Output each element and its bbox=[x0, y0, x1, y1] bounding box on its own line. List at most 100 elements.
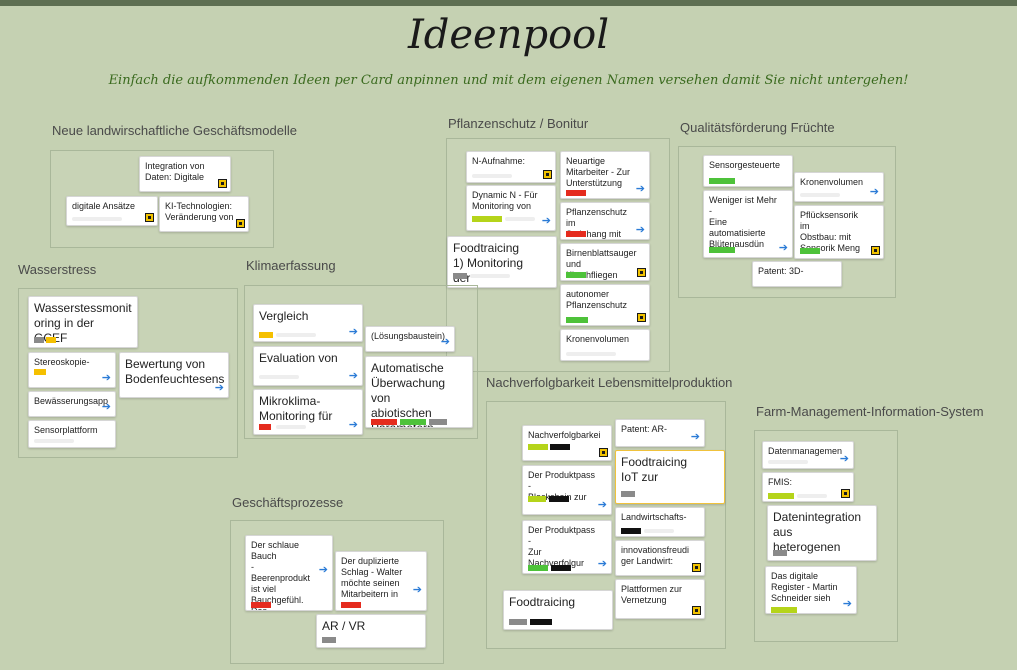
card-text: Vergleich bbox=[259, 309, 309, 323]
card-text: Patent: AR- bbox=[621, 424, 668, 434]
idea-card[interactable]: Patent: AR- ➔ bbox=[615, 419, 705, 447]
arrow-right-icon[interactable]: ➔ bbox=[598, 559, 607, 570]
arrow-right-icon[interactable]: ➔ bbox=[542, 216, 551, 227]
arrow-right-icon[interactable]: ➔ bbox=[319, 565, 328, 576]
tag-green bbox=[472, 216, 502, 222]
card-text: Bewässerungsapp bbox=[34, 396, 109, 406]
author-icon bbox=[637, 268, 646, 277]
idea-card[interactable]: (Lösungsbaustein) ➔ bbox=[365, 326, 455, 352]
idea-card[interactable]: FMIS: bbox=[762, 472, 854, 502]
author-icon bbox=[145, 213, 154, 222]
tag-gray bbox=[453, 273, 467, 279]
idea-card[interactable]: Das digitale Register - Martin Schneider… bbox=[765, 566, 857, 614]
idea-card[interactable]: digitale Ansätze bbox=[66, 196, 158, 226]
card-text: Kronenvolumen bbox=[800, 177, 864, 187]
idea-card[interactable]: Der schlaue Bauch - Beerenprodukt ist vi… bbox=[245, 535, 333, 611]
idea-card[interactable]: Dynamic N - Für Monitoring von ➔ bbox=[466, 185, 556, 231]
tag-lime bbox=[800, 248, 820, 254]
arrow-right-icon[interactable]: ➔ bbox=[349, 371, 358, 382]
arrow-right-icon[interactable]: ➔ bbox=[215, 383, 224, 394]
tag-lime bbox=[566, 317, 588, 323]
group-label-qualitaet: Qualitätsförderung Früchte bbox=[680, 120, 835, 135]
arrow-right-icon[interactable]: ➔ bbox=[598, 500, 607, 511]
author-icon bbox=[871, 246, 880, 255]
card-text: Der schlaue Bauch - Beerenprodukt ist vi… bbox=[251, 540, 311, 611]
idea-card[interactable]: Sensorgesteuerte bbox=[703, 155, 793, 187]
group-label-wasserstress: Wasserstress bbox=[18, 262, 97, 277]
idea-card[interactable]: Wasserstessmonit oring in der GCEF bbox=[28, 296, 138, 348]
idea-card[interactable]: Patent: 3D- bbox=[752, 261, 842, 287]
group-label-geschaeftsmodelle: Neue landwirschaftliche Geschäftsmodelle bbox=[52, 123, 297, 138]
tag-lime bbox=[566, 272, 586, 278]
arrow-right-icon[interactable]: ➔ bbox=[840, 454, 849, 465]
idea-card[interactable]: Landwirtschafts- bbox=[615, 507, 705, 537]
card-text: Landwirtschafts- bbox=[621, 512, 687, 522]
idea-card[interactable]: Sensorplattform bbox=[28, 420, 116, 448]
idea-card[interactable]: Foodtraicing IoT zur bbox=[615, 450, 725, 504]
tag-gray bbox=[773, 550, 787, 556]
group-label-klima: Klimaerfassung bbox=[246, 258, 336, 273]
card-text: Dynamic N - Für Monitoring von bbox=[472, 190, 538, 211]
author-icon bbox=[599, 448, 608, 457]
idea-card[interactable]: Kronenvolumen bbox=[560, 329, 650, 361]
arrow-right-icon[interactable]: ➔ bbox=[349, 327, 358, 338]
card-text: Stereoskopie- bbox=[34, 357, 90, 367]
card-text: (Lösungsbaustein) bbox=[371, 331, 446, 341]
group-label-fmis: Farm-Management-Information-System bbox=[756, 404, 984, 419]
tag-green bbox=[768, 493, 794, 499]
arrow-right-icon[interactable]: ➔ bbox=[441, 337, 450, 348]
tag-red bbox=[341, 602, 361, 608]
idea-card[interactable]: Neuartige Mitarbeiter - Zur Unterstützun… bbox=[560, 151, 650, 199]
arrow-right-icon[interactable]: ➔ bbox=[636, 184, 645, 195]
idea-card[interactable]: innovationsfreudi ger Landwirt: bbox=[615, 540, 705, 576]
idea-card[interactable]: Der Produktpass - Blockchain zur ➔ bbox=[522, 465, 612, 515]
idea-card[interactable]: Automatische Überwachung von abiotischen… bbox=[365, 356, 473, 428]
arrow-right-icon[interactable]: ➔ bbox=[636, 225, 645, 236]
arrow-right-icon[interactable]: ➔ bbox=[870, 187, 879, 198]
tag-red bbox=[566, 231, 586, 237]
placeholder-line bbox=[797, 494, 827, 498]
arrow-right-icon[interactable]: ➔ bbox=[102, 402, 111, 413]
idea-card[interactable]: Der duplizierte Schlag - Walter möchte s… bbox=[335, 551, 427, 611]
idea-card[interactable]: Plattformen zur Vernetzung bbox=[615, 579, 705, 619]
idea-card[interactable]: N-Aufnahme: bbox=[466, 151, 556, 183]
arrow-right-icon[interactable]: ➔ bbox=[413, 585, 422, 596]
idea-card[interactable]: Datenmanagemen ➔ bbox=[762, 441, 854, 469]
card-text: Neuartige Mitarbeiter - Zur Unterstützun… bbox=[566, 156, 631, 188]
idea-card[interactable]: Pflücksensorik im Obstbau: mit Sensorik … bbox=[794, 205, 884, 259]
idea-card[interactable]: Weniger ist Mehr - Eine automatisierte B… bbox=[703, 190, 793, 258]
idea-card[interactable]: Datenintegration aus heterogenen bbox=[767, 505, 877, 561]
idea-card[interactable]: Birnenblattsauger und Kirschfliegen bbox=[560, 243, 650, 281]
idea-card[interactable]: Pflanzenschutz im Steinhang mit ➔ bbox=[560, 202, 650, 240]
card-text: autonomer Pflanzenschutz bbox=[566, 289, 628, 310]
idea-card[interactable]: Stereoskopie- ➔ bbox=[28, 352, 116, 388]
idea-card[interactable]: Integration von Daten: Digitale bbox=[139, 156, 231, 192]
placeholder-line bbox=[34, 439, 74, 443]
idea-card[interactable]: Bewässerungsapp ➔ bbox=[28, 391, 116, 417]
idea-card[interactable]: Bewertung von Bodenfeuchtesens ➔ bbox=[119, 352, 229, 398]
card-text: Der duplizierte Schlag - Walter möchte s… bbox=[341, 556, 403, 599]
author-icon bbox=[543, 170, 552, 179]
idea-card[interactable]: Der Produktpass - Zur Nachverfolgur ➔ bbox=[522, 520, 612, 574]
arrow-right-icon[interactable]: ➔ bbox=[102, 373, 111, 384]
idea-card[interactable]: KI-Technologien: Veränderung von bbox=[159, 196, 249, 232]
idea-card[interactable]: autonomer Pflanzenschutz bbox=[560, 284, 650, 326]
idea-card[interactable]: Vergleich ➔ bbox=[253, 304, 363, 342]
card-text: Nachverfolgbarkei bbox=[528, 430, 601, 440]
idea-card[interactable]: Nachverfolgbarkei bbox=[522, 425, 612, 461]
arrow-right-icon[interactable]: ➔ bbox=[349, 420, 358, 431]
idea-card[interactable]: Foodtraicing 1) Monitoring der bbox=[447, 236, 557, 288]
arrow-right-icon[interactable]: ➔ bbox=[779, 243, 788, 254]
idea-card[interactable]: AR / VR bbox=[316, 614, 426, 648]
idea-card[interactable]: Kronenvolumen ➔ bbox=[794, 172, 884, 202]
arrow-right-icon[interactable]: ➔ bbox=[843, 599, 852, 610]
author-icon bbox=[637, 313, 646, 322]
tag-gray bbox=[621, 491, 635, 497]
idea-card[interactable]: Mikroklima- Monitoring für ➔ bbox=[253, 389, 363, 435]
tag-black bbox=[621, 528, 641, 534]
idea-card[interactable]: Evaluation von ➔ bbox=[253, 346, 363, 386]
idea-card[interactable]: Foodtraicing bbox=[503, 590, 613, 630]
tag-lime bbox=[709, 247, 735, 253]
arrow-right-icon[interactable]: ➔ bbox=[691, 432, 700, 443]
author-icon bbox=[236, 219, 245, 228]
